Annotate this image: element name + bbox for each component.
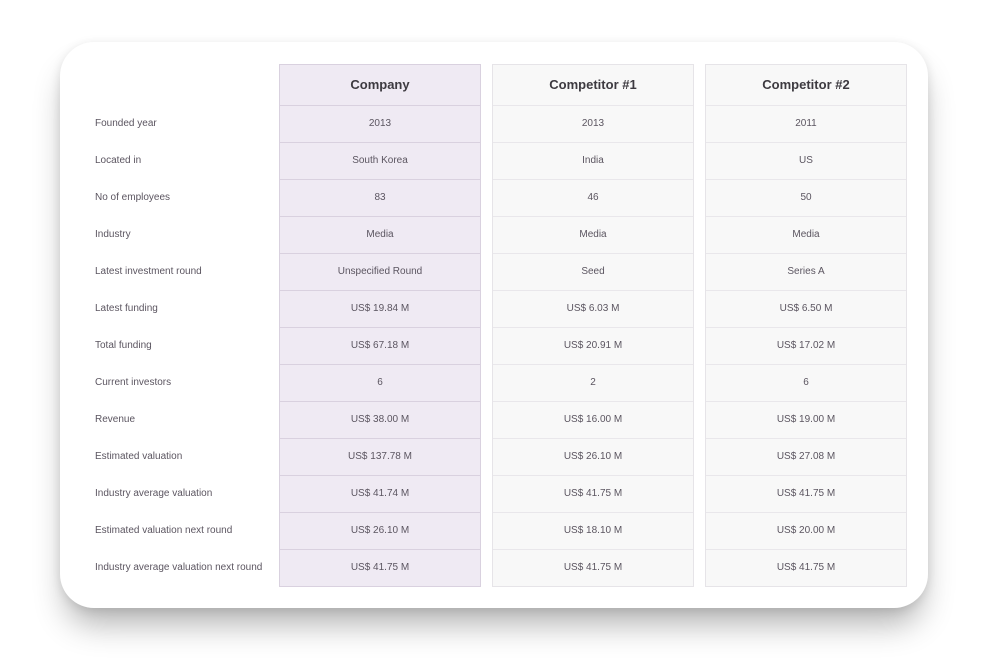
table-cell: US [706, 142, 906, 179]
table-cell: US$ 41.74 M [280, 475, 480, 512]
comparison-card: Founded year Located in No of employees Ind… [60, 42, 928, 608]
table-cell: US$ 41.75 M [706, 549, 906, 586]
table-cell: 50 [706, 179, 906, 216]
row-label: Located in [95, 155, 142, 166]
table-cell: 2013 [493, 105, 693, 142]
table-cell: South Korea [280, 142, 480, 179]
table-cell: 2 [493, 364, 693, 401]
table-cell: US$ 38.00 M [280, 401, 480, 438]
table-cell: US$ 27.08 M [706, 438, 906, 475]
table-cell: 2011 [706, 105, 906, 142]
table-cell: US$ 41.75 M [280, 549, 480, 586]
table-cell: US$ 137.78 M [280, 438, 480, 475]
table-cell: US$ 6.03 M [493, 290, 693, 327]
table-cell: Unspecified Round [280, 253, 480, 290]
column-competitor-2: Competitor #2 2011 US 50 Media Series A US$ 6… [705, 64, 907, 587]
row-label: Current investors [95, 377, 172, 388]
row-label: Revenue [95, 414, 136, 425]
table-cell: 2013 [280, 105, 480, 142]
table-cell: 46 [493, 179, 693, 216]
table-cell: Media [706, 216, 906, 253]
table-cell: US$ 17.02 M [706, 327, 906, 364]
table-cell: US$ 16.00 M [493, 401, 693, 438]
column-header-competitor-2: Competitor #2 [762, 77, 850, 92]
table-cell: US$ 20.00 M [706, 512, 906, 549]
table-cell: US$ 26.10 M [280, 512, 480, 549]
table-cell: Series A [706, 253, 906, 290]
table-cell: US$ 19.00 M [706, 401, 906, 438]
table-cell: Media [493, 216, 693, 253]
table-cell: India [493, 142, 693, 179]
column-header-competitor-1: Competitor #1 [549, 77, 637, 92]
table-cell: 6 [280, 364, 480, 401]
row-label: Estimated valuation next round [95, 525, 233, 536]
table-cell: US$ 18.10 M [493, 512, 693, 549]
row-labels: Founded year Located in No of employees Ind… [95, 105, 275, 586]
table-cell: 6 [706, 364, 906, 401]
table-cell: Media [280, 216, 480, 253]
row-label: Industry average valuation [95, 488, 213, 499]
row-label: Total funding [95, 340, 152, 351]
row-label: Founded year [95, 118, 157, 129]
table-cell: US$ 41.75 M [493, 549, 693, 586]
table-cell: US$ 6.50 M [706, 290, 906, 327]
row-label: Latest funding [95, 303, 158, 314]
table-cell: US$ 20.91 M [493, 327, 693, 364]
column-header-company: Company [350, 77, 410, 92]
row-label: Industry average valuation next round [95, 562, 263, 573]
row-label: No of employees [95, 192, 171, 203]
table-cell: US$ 26.10 M [493, 438, 693, 475]
table-cell: US$ 67.18 M [280, 327, 480, 364]
row-label: Industry [95, 229, 131, 240]
row-label: Latest investment round [95, 266, 202, 277]
table-cell: Seed [493, 253, 693, 290]
table-cell: US$ 41.75 M [706, 475, 906, 512]
table-cell: US$ 41.75 M [493, 475, 693, 512]
column-company: Company 2013 South Korea 83 Media Unspecifie… [279, 64, 481, 587]
table-cell: US$ 19.84 M [280, 290, 480, 327]
table-cell: 83 [280, 179, 480, 216]
column-competitor-1: Competitor #1 2013 India 46 Media Seed US$ 6.… [492, 64, 694, 587]
row-label: Estimated valuation [95, 451, 183, 462]
